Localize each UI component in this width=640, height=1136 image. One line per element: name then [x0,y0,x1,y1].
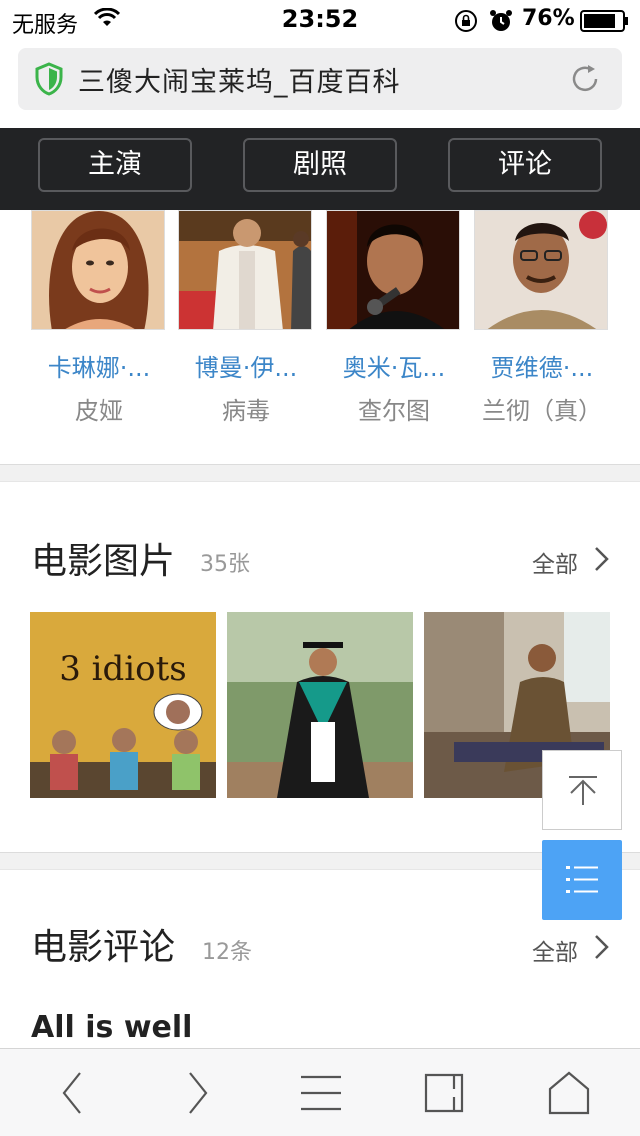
actor-name[interactable]: 博曼·伊... [178,348,314,383]
actor-role: 兰彻（真） [482,397,602,425]
alarm-icon [489,9,513,37]
cast-item[interactable]: 奥米·瓦... 查尔图 [326,210,462,426]
photos-more-link[interactable]: 全部 [532,545,578,579]
chevron-right-icon[interactable] [594,546,610,576]
actor-role: 病毒 [222,397,270,425]
photos-count: 35张 [200,552,250,577]
forward-icon[interactable] [172,1069,222,1117]
review-title[interactable]: All is well [31,1010,192,1045]
actor-name[interactable]: 奥米·瓦... [326,348,462,383]
actor-name[interactable]: 卡琳娜·... [31,348,167,383]
tab-reviews[interactable]: 评论 [448,138,602,192]
actor-photo[interactable] [474,210,608,330]
poster-title: 3 idiots [59,649,187,689]
cast-list: 卡琳娜·... 皮娅 博曼·伊... 病毒 奥米·瓦... 查尔图 贾维德·..… [0,210,640,464]
section-tab-bar: 主演 剧照 评论 [0,128,640,210]
cast-item[interactable]: 卡琳娜·... 皮娅 [31,210,167,426]
list-icon [566,866,598,893]
tabs-icon[interactable] [420,1069,470,1117]
shield-icon [34,62,64,100]
reviews-more-link[interactable]: 全部 [532,933,578,967]
address-bar[interactable]: 三傻大闹宝莱坞_百度百科 [18,48,622,110]
actor-photo[interactable] [326,210,460,330]
catalog-button[interactable] [542,840,622,920]
tab-stills[interactable]: 剧照 [243,138,397,192]
back-icon[interactable] [48,1069,98,1117]
browser-toolbar [0,1048,640,1136]
actor-role: 皮娅 [75,397,123,425]
address-bar-container: 三傻大闹宝莱坞_百度百科 [0,40,640,128]
chevron-right-icon[interactable] [594,934,610,964]
home-icon[interactable] [544,1069,594,1117]
actor-name[interactable]: 贾维德·... [474,348,610,383]
status-bar: 无服务 23:52 76% [0,0,640,40]
cast-item[interactable]: 博曼·伊... 病毒 [178,210,314,426]
page-title: 三傻大闹宝莱坞_百度百科 [78,67,401,98]
battery-percentage: 76% [522,6,575,31]
movie-still[interactable] [227,612,413,798]
menu-icon[interactable] [296,1069,346,1117]
tab-cast[interactable]: 主演 [38,138,192,192]
movie-still[interactable]: 3 idiots [30,612,216,798]
actor-photo[interactable] [31,210,165,330]
reviews-section-title: 电影评论 [31,927,176,968]
reviews-count: 12条 [202,940,252,965]
reload-icon[interactable] [568,62,602,100]
battery-icon [580,10,630,36]
orientation-lock-icon [454,9,478,37]
actor-photo[interactable] [178,210,312,330]
cast-item[interactable]: 贾维德·... 兰彻（真） [474,210,610,426]
back-to-top-button[interactable] [542,750,622,830]
section-divider [0,464,640,482]
photos-section-title: 电影图片 [31,541,176,582]
arrow-up-icon [569,776,597,805]
actor-role: 查尔图 [358,397,430,425]
